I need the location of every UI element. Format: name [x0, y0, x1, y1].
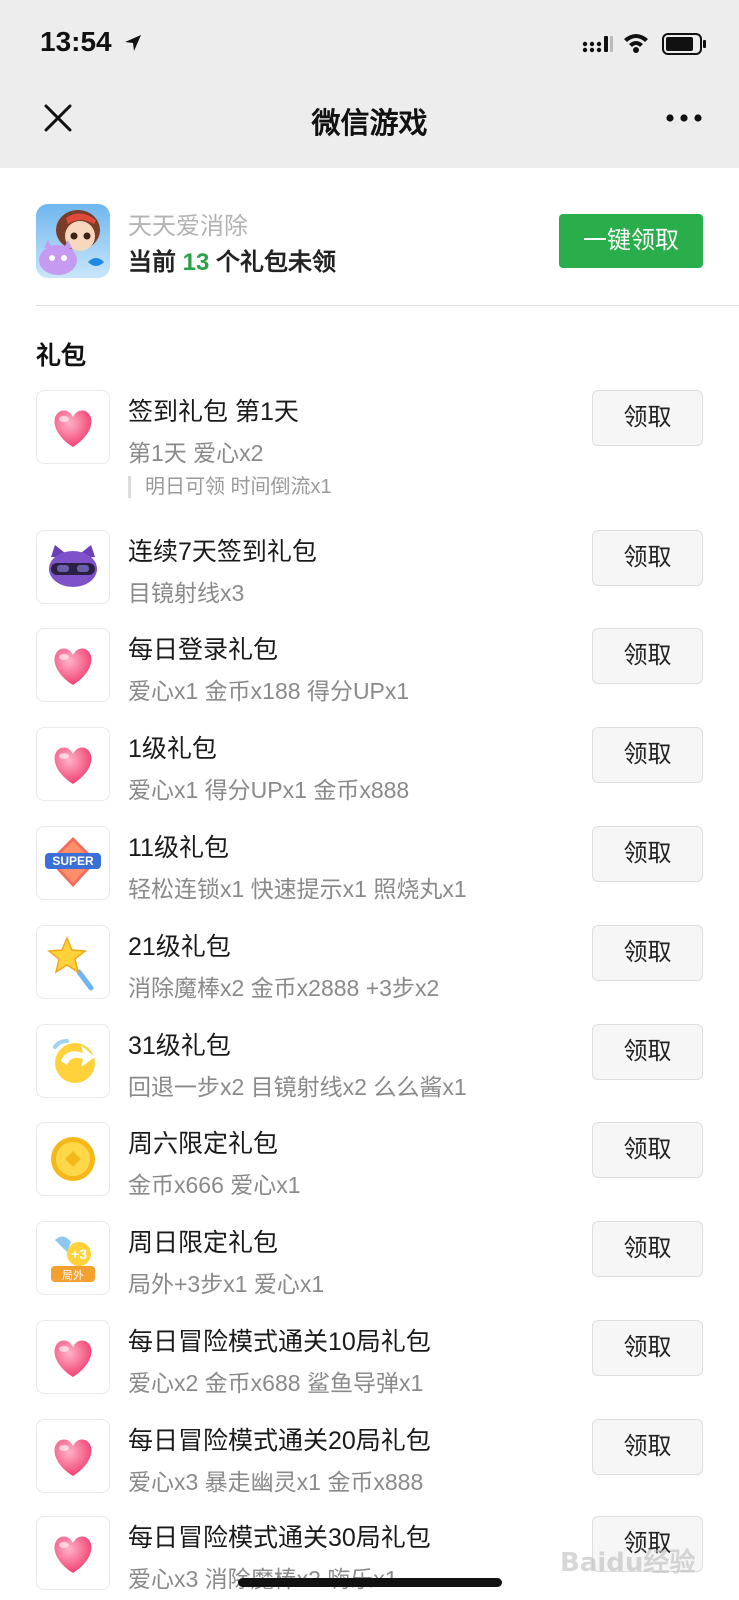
gift-rewards: 爱心x1 得分UPx1 金币x888 — [128, 777, 410, 803]
gift-row: 签到礼包 第1天 第1天 爱心x2 明日可领 时间倒流x1 领取 — [0, 390, 739, 498]
claim-all-button[interactable]: 一键领取 — [559, 214, 703, 268]
gift-title: 每日冒险模式通关30局礼包 — [128, 1524, 431, 1552]
super-badge-icon: SUPER — [36, 826, 110, 900]
gift-row: 每日冒险模式通关10局礼包 爱心x2 金币x688 鲨鱼导弹x1 领取 — [0, 1320, 739, 1420]
gift-rewards: 回退一步x2 目镜射线x2 么么酱x1 — [128, 1074, 467, 1100]
gift-row: 每日登录礼包爱心x1 金币x188 得分UPx1 领取 — [0, 628, 739, 728]
claim-button[interactable]: 领取 — [592, 628, 703, 684]
signal-icon — [582, 36, 613, 53]
undo-icon — [36, 1024, 110, 1098]
header-divider — [36, 305, 739, 306]
gift-rewards: 第1天 爱心x2 — [128, 440, 264, 466]
gift-title: 周六限定礼包 — [128, 1130, 279, 1158]
gift-rewards: 爱心x1 金币x188 得分UPx1 — [128, 678, 410, 704]
game-name: 天天爱消除 — [128, 213, 248, 240]
gift-next-day-note: 明日可领 时间倒流x1 — [128, 476, 332, 498]
top-bar: 13:54 微信游戏 — [0, 0, 739, 168]
star-wand-icon — [36, 925, 110, 999]
gift-row: 连续7天签到礼包 目镜射线x3 领取 — [0, 530, 739, 630]
pending-count: 13 — [182, 249, 210, 276]
gift-rewards: 消除魔棒x2 金币x2888 +3步x2 — [128, 975, 440, 1001]
heart-icon — [36, 1516, 110, 1590]
svg-text:+3: +3 — [71, 1246, 87, 1262]
more-options-icon[interactable] — [664, 106, 704, 130]
gift-row: SUPER 11级礼包轻松连锁x1 快速提示x1 照烧丸x1 领取 — [0, 826, 739, 926]
page-title: 微信游戏 — [311, 108, 428, 140]
gift-row: 每日冒险模式通关20局礼包 爱心x3 暴走幽灵x1 金币x888 领取 — [0, 1419, 739, 1519]
heart-icon — [36, 390, 110, 464]
gift-title: 31级礼包 — [128, 1032, 231, 1060]
claim-button[interactable]: 领取 — [592, 1221, 703, 1277]
gift-title: 1级礼包 — [128, 735, 217, 763]
gift-row: +3 局外 周日限定礼包 局外+3步x1 爱心x1 领取 — [0, 1221, 739, 1321]
claim-button[interactable]: 领取 — [592, 1419, 703, 1475]
heart-icon — [36, 1419, 110, 1493]
gift-rewards: 爱心x3 消除魔棒x2 嗨乐x1 — [128, 1566, 398, 1592]
gift-row: 1级礼包爱心x1 得分UPx1 金币x888 领取 — [0, 727, 739, 827]
location-arrow-icon — [125, 35, 141, 51]
pending-suffix: 个礼包未领 — [216, 249, 337, 276]
pending-prefix: 当前 — [128, 249, 176, 276]
gift-title: 签到礼包 第1天 — [128, 398, 299, 426]
gift-rewards: 局外+3步x1 爱心x1 — [128, 1271, 325, 1297]
gift-row: 周六限定礼包 金币x666 爱心x1 领取 — [0, 1122, 739, 1222]
claim-button[interactable]: 领取 — [592, 826, 703, 882]
gift-title: 每日登录礼包 — [128, 636, 279, 664]
heart-icon — [36, 1320, 110, 1394]
claim-button[interactable]: 领取 — [592, 727, 703, 783]
gift-row: 21级礼包消除魔棒x2 金币x2888 +3步x2 领取 — [0, 925, 739, 1025]
gift-title: 每日冒险模式通关10局礼包 — [128, 1328, 431, 1356]
claim-button[interactable]: 领取 — [592, 925, 703, 981]
cat-goggles-icon — [36, 530, 110, 604]
claim-button[interactable]: 领取 — [592, 1122, 703, 1178]
pending-gifts-text: 当前 13 个礼包未领 — [128, 242, 336, 277]
heart-icon — [36, 727, 110, 801]
coin-icon — [36, 1122, 110, 1196]
section-title: 礼包 — [36, 342, 87, 370]
gift-title: 每日冒险模式通关20局礼包 — [128, 1427, 431, 1455]
icon-label: 局外 — [62, 1269, 84, 1282]
gift-row: 31级礼包回退一步x2 目镜射线x2 么么酱x1 领取 — [0, 1024, 739, 1124]
game-header: 天天爱消除 当前 13 个礼包未领 一键领取 — [0, 168, 739, 306]
gift-rewards: 轻松连锁x1 快速提示x1 照烧丸x1 — [128, 876, 467, 902]
home-indicator[interactable] — [238, 1578, 502, 1587]
gift-rewards: 爱心x3 暴走幽灵x1 金币x888 — [128, 1469, 424, 1495]
battery-icon — [662, 33, 706, 55]
watermark-text: Baidu经验 — [560, 1548, 696, 1578]
gift-rewards: 金币x666 爱心x1 — [128, 1172, 301, 1198]
claim-button[interactable]: 领取 — [592, 530, 703, 586]
gift-title: 21级礼包 — [128, 933, 231, 961]
claim-button[interactable]: 领取 — [592, 1024, 703, 1080]
gift-rewards: 爱心x2 金币x688 鲨鱼导弹x1 — [128, 1370, 424, 1396]
wifi-icon — [624, 34, 648, 53]
gift-title: 周日限定礼包 — [128, 1229, 279, 1257]
heart-icon — [36, 628, 110, 702]
gift-title: 连续7天签到礼包 — [128, 538, 317, 566]
icon-label: SUPER — [52, 854, 94, 868]
plus3-steps-icon: +3 局外 — [36, 1221, 110, 1295]
game-app-icon — [36, 204, 110, 278]
status-time: 13:54 — [40, 26, 112, 57]
watermark: Baidu经验 — [560, 1528, 730, 1584]
claim-button[interactable]: 领取 — [592, 1320, 703, 1376]
gift-rewards: 目镜射线x3 — [128, 580, 245, 606]
claim-button[interactable]: 领取 — [592, 390, 703, 446]
gift-title: 11级礼包 — [128, 834, 229, 862]
